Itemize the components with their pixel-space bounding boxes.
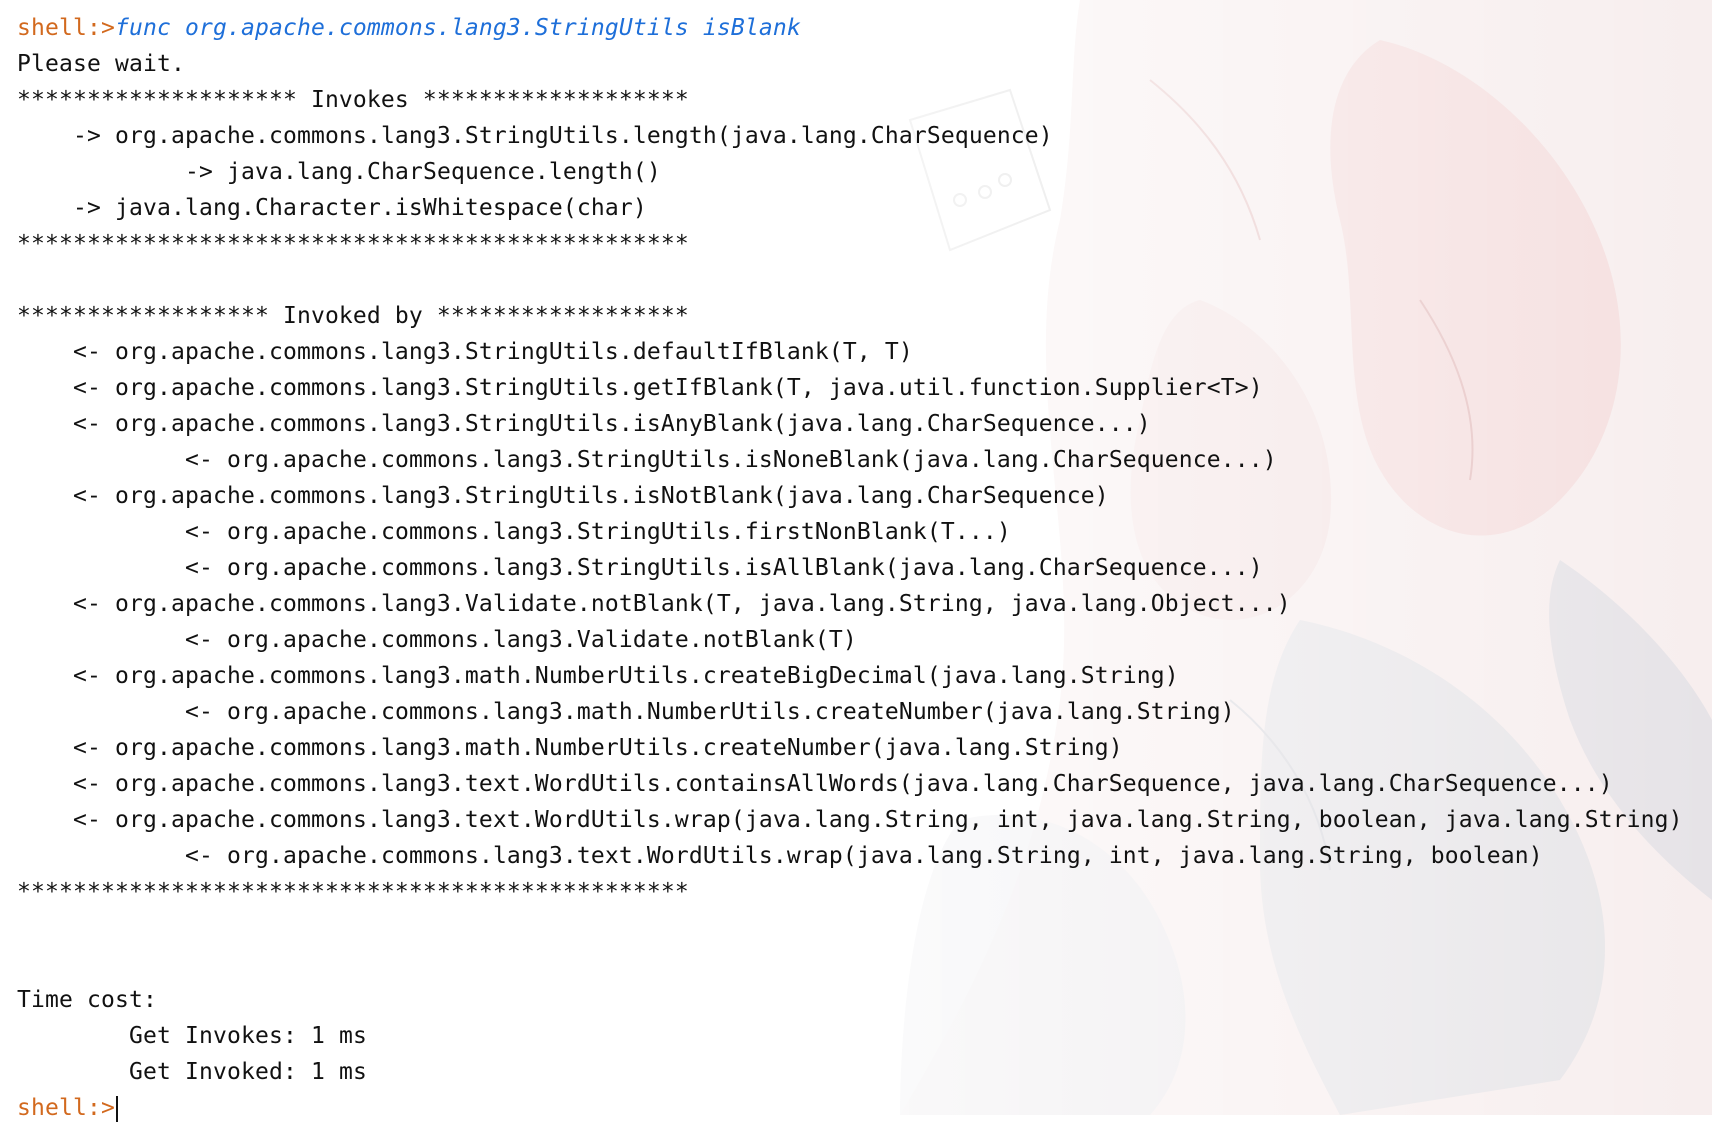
invoked-by-item: <- org.apache.commons.lang3.Validate.not…	[185, 627, 857, 653]
text-cursor	[115, 1095, 118, 1122]
invoked-by-item: <- org.apache.commons.lang3.text.WordUti…	[73, 807, 1683, 833]
invoked-by-item: <- org.apache.commons.lang3.math.NumberU…	[185, 699, 1235, 725]
invoked-by-item: <- org.apache.commons.lang3.math.NumberU…	[73, 663, 1179, 689]
time-invoked: Get Invoked: 1 ms	[129, 1059, 367, 1085]
input-line[interactable]: shell:>	[17, 1090, 1707, 1126]
invoked-by-item: <- org.apache.commons.lang3.StringUtils.…	[185, 447, 1277, 473]
invokes-header: ******************** Invokes ***********…	[17, 87, 689, 113]
invoked-by-item: <- org.apache.commons.lang3.StringUtils.…	[73, 339, 913, 365]
invoked-by-item: <- org.apache.commons.lang3.text.WordUti…	[73, 771, 1613, 797]
invokes-item: -> java.lang.Character.isWhitespace(char…	[73, 195, 647, 221]
invoked-by-item: <- org.apache.commons.lang3.math.NumberU…	[73, 735, 1123, 761]
invoked-by-item: <- org.apache.commons.lang3.text.WordUti…	[185, 843, 1543, 869]
time-cost-label: Time cost:	[17, 987, 157, 1013]
invokes-item: -> org.apache.commons.lang3.StringUtils.…	[73, 123, 1053, 149]
invoked-by-item: <- org.apache.commons.lang3.Validate.not…	[73, 591, 1291, 617]
invoked-by-item: <- org.apache.commons.lang3.StringUtils.…	[185, 519, 1011, 545]
invoked-by-item: <- org.apache.commons.lang3.StringUtils.…	[73, 411, 1151, 437]
separator: ****************************************…	[17, 231, 689, 257]
command-text: func org.apache.commons.lang3.StringUtil…	[114, 15, 801, 41]
invokes-item: -> java.lang.CharSequence.length()	[185, 159, 661, 185]
invoked-by-header: ****************** Invoked by **********…	[17, 303, 689, 329]
invoked-by-item: <- org.apache.commons.lang3.StringUtils.…	[73, 483, 1109, 509]
shell-prompt: shell:>	[17, 1095, 115, 1121]
command-line: shell:>func org.apache.commons.lang3.Str…	[17, 10, 1707, 46]
invoked-by-item: <- org.apache.commons.lang3.StringUtils.…	[73, 375, 1263, 401]
wait-message: Please wait.	[17, 51, 185, 77]
separator: ****************************************…	[17, 879, 689, 905]
shell-prompt: shell:>	[17, 15, 115, 41]
terminal-output: shell:>func org.apache.commons.lang3.Str…	[17, 10, 1707, 1126]
time-invokes: Get Invokes: 1 ms	[129, 1023, 367, 1049]
invoked-by-item: <- org.apache.commons.lang3.StringUtils.…	[185, 555, 1263, 581]
